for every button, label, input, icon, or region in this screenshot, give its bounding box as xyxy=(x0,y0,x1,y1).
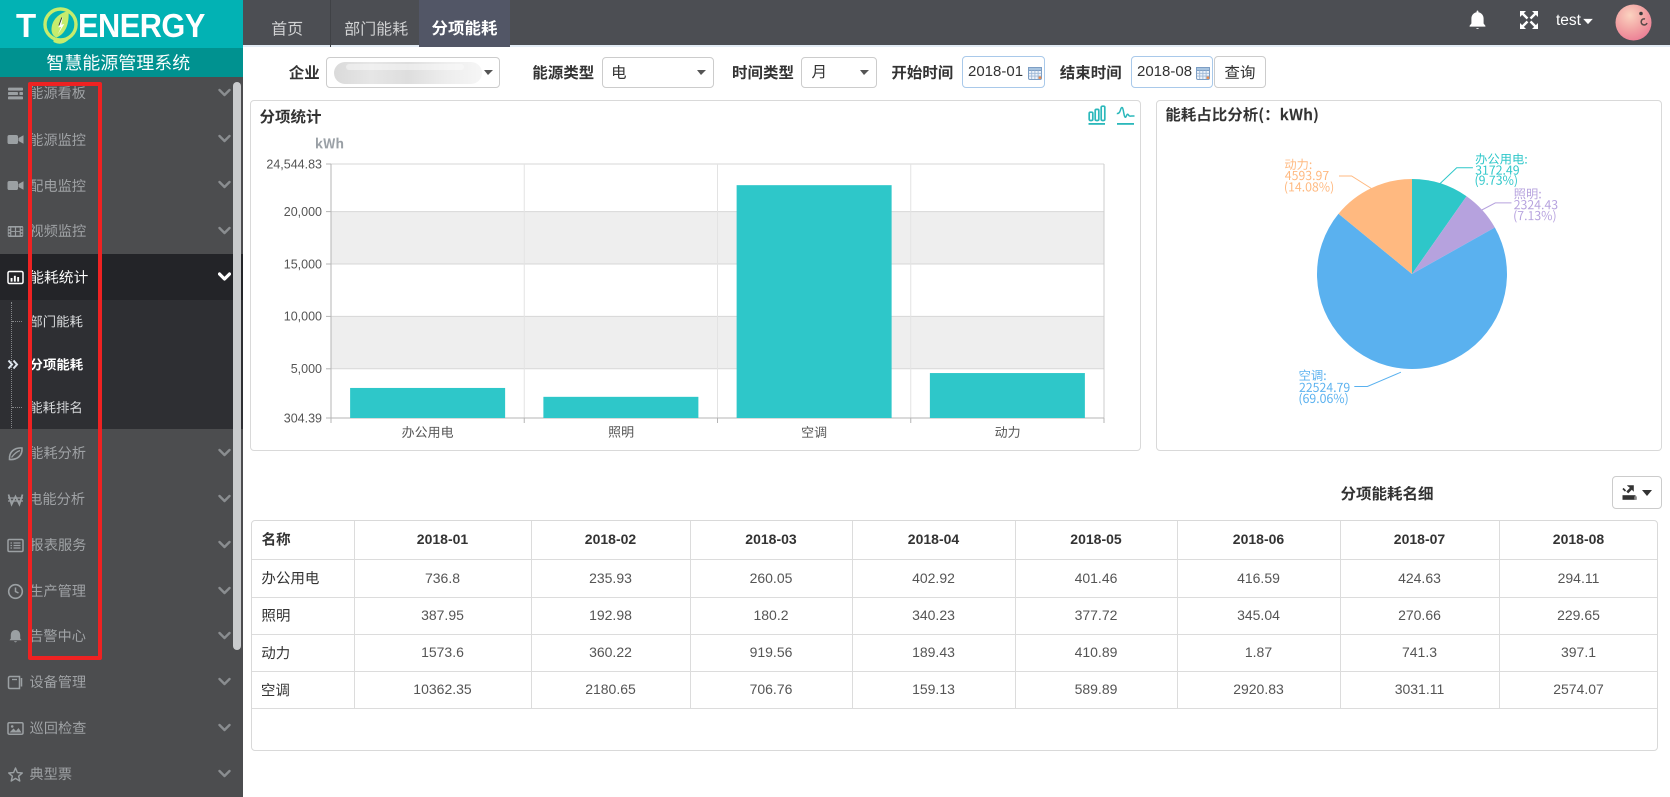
svg-text:24,544.83: 24,544.83 xyxy=(266,157,322,171)
svg-text:20,000: 20,000 xyxy=(284,205,322,219)
svg-text:304.39: 304.39 xyxy=(284,411,322,425)
svg-text:15,000: 15,000 xyxy=(284,257,322,271)
svg-text:10,000: 10,000 xyxy=(284,310,322,324)
svg-text:5,000: 5,000 xyxy=(291,362,322,376)
